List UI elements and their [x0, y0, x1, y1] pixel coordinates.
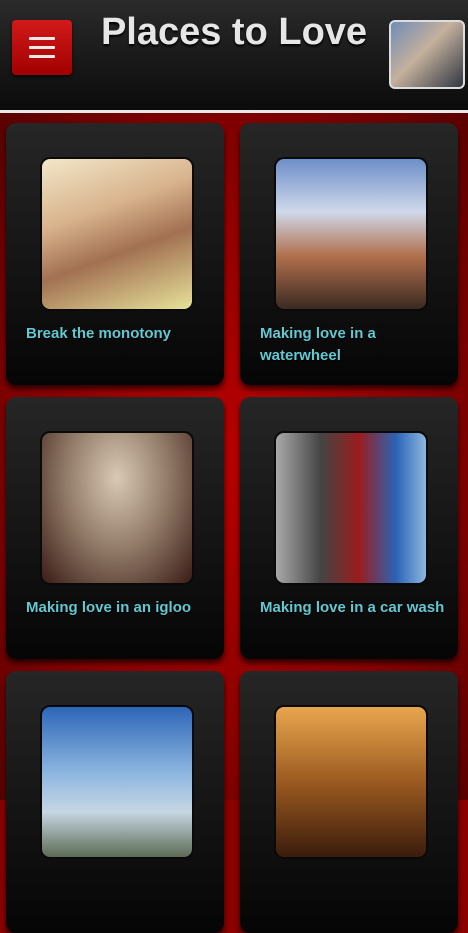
card-caption: Making love in an igloo [26, 599, 192, 616]
hamburger-menu-icon [29, 55, 55, 58]
card-caption: Break the monotony [26, 325, 172, 342]
card-thumbnail[interactable] [274, 705, 428, 859]
app-header: Places to Love [0, 0, 468, 110]
card-thumbnail[interactable] [40, 157, 194, 311]
card-grid: Break the monotony Making love in a wate… [0, 113, 468, 933]
menu-button[interactable] [12, 20, 72, 75]
card-thumbnail[interactable] [40, 431, 194, 585]
card-break-the-monotony[interactable]: Break the monotony [6, 123, 224, 385]
card-arcade[interactable] [240, 671, 458, 933]
card-thumbnail[interactable] [40, 705, 194, 859]
profile-avatar[interactable] [389, 20, 465, 89]
hamburger-menu-icon [29, 46, 55, 49]
page-title: Places to Love [100, 11, 368, 53]
card-igloo[interactable]: Making love in an igloo [6, 397, 224, 659]
card-car-wash[interactable]: Making love in a car wash [240, 397, 458, 659]
hamburger-menu-icon [29, 37, 55, 40]
card-waterwheel[interactable]: Making love in a waterwheel [240, 123, 458, 385]
card-caption: Making love in a waterwheel [260, 325, 376, 364]
card-thumbnail[interactable] [274, 431, 428, 585]
card-mountain[interactable] [6, 671, 224, 933]
card-thumbnail[interactable] [274, 157, 428, 311]
card-caption: Making love in a car wash [260, 599, 445, 616]
